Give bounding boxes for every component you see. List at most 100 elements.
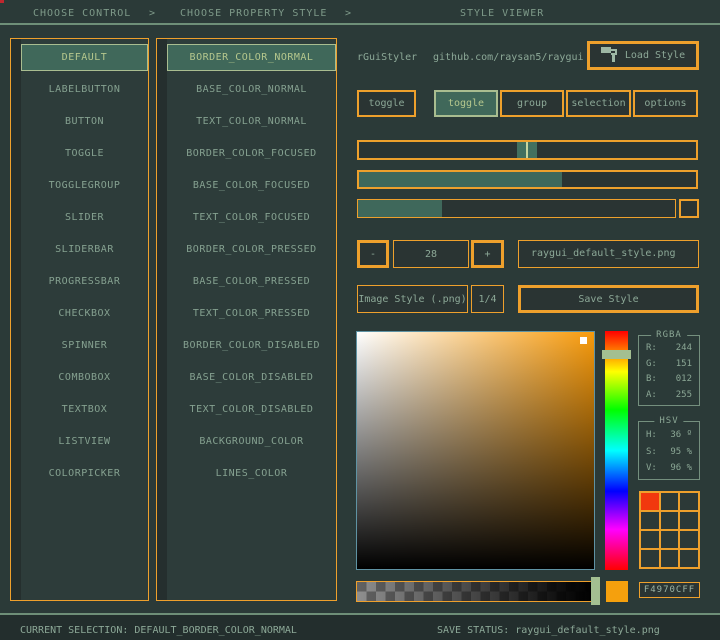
spinner-plus-button[interactable]: + [471,240,504,268]
render-artifact [0,0,4,3]
controls-list-scrollbar[interactable] [11,39,21,600]
app-name-label: rGuiStyler [357,52,417,63]
controls-list-panel: DEFAULT LABELBUTTON BUTTON TOGGLE TOGGLE… [10,38,149,601]
list-item-base-color-disabled[interactable]: BASE_COLOR_DISABLED [167,364,336,391]
page-indicator-label: 1/4 [478,294,496,305]
list-item-text-color-normal[interactable]: TEXT_COLOR_NORMAL [167,108,336,135]
list-item-checkbox[interactable]: CHECKBOX [21,300,148,327]
list-item-listview[interactable]: LISTVIEW [21,428,148,455]
palette-cell[interactable] [661,531,679,548]
alpha-bar[interactable] [356,581,596,602]
list-item-border-color-disabled[interactable]: BORDER_COLOR_DISABLED [167,332,336,359]
image-style-button[interactable]: Image Style (.png) [357,285,468,313]
slider-bar[interactable] [357,170,698,189]
list-item-base-color-focused[interactable]: BASE_COLOR_FOCUSED [167,172,336,199]
toggle-group-label: options [644,98,686,109]
github-repo-link[interactable]: github.com/raysan5/raygui [433,52,584,63]
color-saturation-value-panel[interactable] [356,331,595,570]
header-separator-2: > [345,8,352,19]
list-item-background-color[interactable]: BACKGROUND_COLOR [167,428,336,455]
properties-list-panel: BORDER_COLOR_NORMAL BASE_COLOR_NORMAL TE… [156,38,337,601]
alpha-bar-handle[interactable] [591,577,600,605]
palette-cell[interactable] [641,550,659,567]
hsv-row-s: S: 95 % [646,447,692,457]
list-item-base-color-normal[interactable]: BASE_COLOR_NORMAL [167,76,336,103]
palette-cell[interactable] [680,512,698,529]
list-item-text-color-focused[interactable]: TEXT_COLOR_FOCUSED [167,204,336,231]
rgba-label: B: [646,374,657,384]
toggle-group-label: group [517,98,547,109]
list-item-textbox[interactable]: TEXTBOX [21,396,148,423]
palette-cell[interactable] [661,512,679,529]
progress-checkbox[interactable] [679,199,699,218]
palette-cell[interactable] [680,550,698,567]
palette-cell[interactable] [641,531,659,548]
progress-bar[interactable] [357,199,676,218]
palette-cell[interactable] [661,550,679,567]
hue-bar-handle[interactable] [602,350,631,359]
hsv-row-h: H: 36 º [646,430,692,440]
list-item-slider[interactable]: SLIDER [21,204,148,231]
palette-cell[interactable] [680,493,698,510]
spinner-value-box[interactable]: 28 [393,240,469,268]
filename-textbox[interactable]: raygui_default_style.png [518,240,699,268]
hex-color-textbox[interactable]: F4970CFF [639,582,700,598]
rgba-value: 151 [676,359,692,369]
spinner-minus-label: - [370,249,376,260]
filename-value: raygui_default_style.png [531,248,676,259]
palette-cell[interactable] [661,493,679,510]
palette-cell[interactable] [641,493,659,510]
hue-bar[interactable] [605,331,628,570]
toggle-group-item-group[interactable]: group [500,90,564,117]
rgba-value: 244 [676,343,692,353]
palette-cell[interactable] [641,512,659,529]
hex-color-value: F4970CFF [644,585,695,595]
list-item-togglegroup[interactable]: TOGGLEGROUP [21,172,148,199]
rgba-label: G: [646,359,657,369]
slider[interactable] [357,140,698,160]
list-item-button[interactable]: BUTTON [21,108,148,135]
color-picker-cursor[interactable] [580,337,587,344]
list-item-progressbar[interactable]: PROGRESSBAR [21,268,148,295]
rgba-row-b: B: 012 [646,374,692,384]
paint-roller-icon [601,47,618,65]
save-style-button[interactable]: Save Style [518,285,699,313]
hsv-value: 36 º [670,430,692,440]
spinner-minus-button[interactable]: - [357,240,389,268]
list-item-text-color-pressed[interactable]: TEXT_COLOR_PRESSED [167,300,336,327]
page-indicator-button[interactable]: 1/4 [471,285,504,313]
image-style-label: Image Style (.png) [358,294,466,305]
list-item-labelbutton[interactable]: LABELBUTTON [21,76,148,103]
hsv-value: 96 % [670,463,692,473]
slider-handle[interactable] [517,142,537,158]
header-choose-property-style: CHOOSE PROPERTY STYLE [180,8,327,19]
list-item-default[interactable]: DEFAULT [21,44,148,71]
rgba-value: 255 [676,390,692,400]
list-item-lines-color[interactable]: LINES_COLOR [167,460,336,487]
spinner-plus-label: + [484,249,490,260]
properties-list-scrollbar[interactable] [157,39,167,600]
list-item-spinner[interactable]: SPINNER [21,332,148,359]
header-separator-1: > [149,8,156,19]
list-item-border-color-pressed[interactable]: BORDER_COLOR_PRESSED [167,236,336,263]
palette-cell[interactable] [680,531,698,548]
toggle-button[interactable]: toggle [357,90,416,117]
list-item-border-color-normal[interactable]: BORDER_COLOR_NORMAL [167,44,336,71]
list-item-base-color-pressed[interactable]: BASE_COLOR_PRESSED [167,268,336,295]
list-item-border-color-focused[interactable]: BORDER_COLOR_FOCUSED [167,140,336,167]
list-item-colorpicker[interactable]: COLORPICKER [21,460,148,487]
toggle-group-item-options[interactable]: options [633,90,698,117]
rgba-row-r: R: 244 [646,343,692,353]
save-status: SAVE STATUS: raygui_default_style.png [437,625,660,636]
list-item-combobox[interactable]: COMBOBOX [21,364,148,391]
list-item-text-color-disabled[interactable]: TEXT_COLOR_DISABLED [167,396,336,423]
header-divider [0,23,720,25]
list-item-sliderbar[interactable]: SLIDERBAR [21,236,148,263]
toggle-group-item-toggle[interactable]: toggle [434,90,498,117]
toggle-group-label: selection [571,98,625,109]
toggle-group-item-selection[interactable]: selection [566,90,631,117]
hsv-label: V: [646,463,657,473]
hsv-label: H: [646,430,657,440]
list-item-toggle[interactable]: TOGGLE [21,140,148,167]
load-style-button[interactable]: Load Style [587,41,699,70]
